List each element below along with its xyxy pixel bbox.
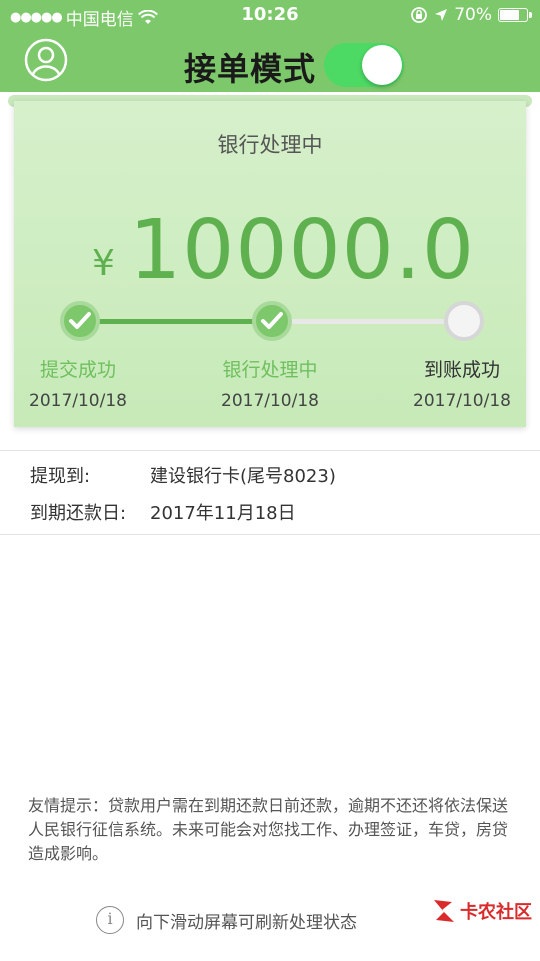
step-processing-dot <box>252 301 292 341</box>
battery-icon <box>498 8 532 22</box>
progress-line-complete <box>80 319 272 324</box>
location-icon <box>435 9 448 21</box>
step-date-processing: 2017/10/18 <box>221 391 319 411</box>
info-icon: i <box>96 906 124 934</box>
user-avatar-button[interactable] <box>24 38 68 82</box>
order-mode-toggle[interactable] <box>324 43 404 87</box>
currency-symbol: ¥ <box>92 243 115 284</box>
withdraw-to-value: 建设银行卡(尾号8023) <box>150 466 336 487</box>
step-submitted-dot <box>60 301 100 341</box>
rotation-lock-icon <box>411 7 428 23</box>
friendly-tip: 友情提示：贷款用户需在到期还款日前还款，逾期不还还将依法保送人民银行征信系统。未… <box>28 796 509 863</box>
step-label-submitted: 提交成功 <box>39 359 116 381</box>
watermark-logo-icon <box>434 900 454 922</box>
due-date-value: 2017年11月18日 <box>150 503 296 524</box>
step-date-received: 2017/10/18 <box>413 391 511 411</box>
amount-display: ¥ 10000.0 <box>14 203 526 298</box>
battery-percent: 70% <box>454 5 492 25</box>
watermark: 卡农社区 <box>430 896 532 926</box>
divider <box>0 534 540 535</box>
check-icon <box>261 312 283 329</box>
status-bar: ●●●●● 中国电信 10:26 70% <box>0 0 540 30</box>
refresh-hint-text: 向下滑动屏幕可刷新处理状态 <box>136 912 357 933</box>
withdraw-to-label: 提现到: <box>30 466 91 487</box>
user-icon <box>24 38 68 82</box>
toggle-knob <box>362 45 402 85</box>
due-date-label: 到期还款日: <box>30 503 127 524</box>
page-title: 接单模式 <box>184 50 317 88</box>
amount-value: 10000.0 <box>129 203 476 298</box>
check-icon <box>69 312 91 329</box>
processing-status: 银行处理中 <box>217 133 323 157</box>
refresh-hint: i 向下滑动屏幕可刷新处理状态 <box>96 906 357 934</box>
step-received-dot <box>444 301 484 341</box>
step-label-received: 到账成功 <box>423 359 500 381</box>
step-date-submitted: 2017/10/18 <box>29 391 127 411</box>
watermark-text: 卡农社区 <box>460 902 532 923</box>
step-label-processing: 银行处理中 <box>222 359 318 381</box>
divider <box>0 450 540 451</box>
progress-line-pending <box>272 319 464 324</box>
status-right-group: 70% <box>410 5 532 25</box>
withdraw-status-card: 银行处理中 ¥ 10000.0 提交成功 银行处理中 到账成功 2017/10/… <box>14 101 526 427</box>
app-header: 接单模式 <box>0 30 540 92</box>
